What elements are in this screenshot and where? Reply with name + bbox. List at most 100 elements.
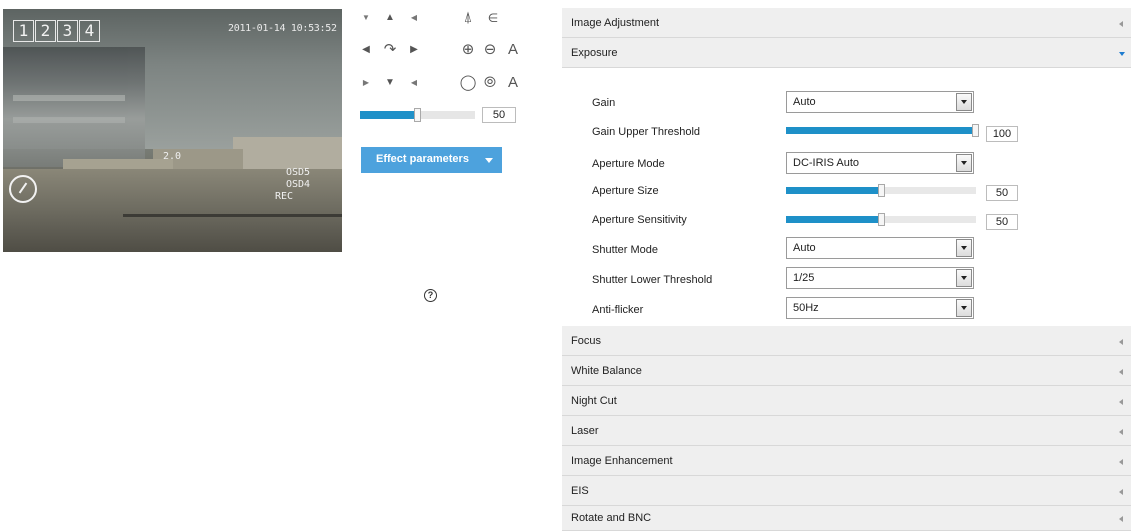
help-icon[interactable]: ? [424, 289, 437, 302]
channel-tab[interactable]: 3 [57, 20, 78, 42]
compass-icon [9, 175, 37, 203]
chevron-down-icon[interactable] [956, 93, 972, 111]
chevron-down-icon [485, 158, 493, 163]
section-image-adjustment[interactable]: Image Adjustment [562, 8, 1131, 38]
anti-flicker-label: Anti-flicker [592, 304, 644, 316]
section-title: EIS [571, 485, 589, 497]
chevron-left-icon [1119, 459, 1123, 465]
section-title: Image Adjustment [571, 17, 660, 29]
section-title: Laser [571, 425, 599, 437]
arrow-up-icon[interactable]: ▲ [380, 8, 400, 28]
gain-value: Auto [793, 96, 816, 108]
gain-label: Gain [592, 97, 616, 109]
picture-in-picture [3, 47, 145, 167]
zoom-readout: 2.0 [163, 151, 182, 162]
section-title: White Balance [571, 365, 642, 377]
settings-panel: Image Adjustment Exposure Gain Auto Gain… [562, 8, 1131, 531]
chevron-down-icon [1119, 52, 1125, 56]
section-rotate-bnc[interactable]: Rotate and BNC [562, 506, 1131, 531]
section-night-cut[interactable]: Night Cut [562, 386, 1131, 416]
pip-stripe [13, 95, 125, 101]
section-title: Focus [571, 335, 601, 347]
shutter-mode-label: Shutter Mode [592, 244, 659, 256]
slider-fill [360, 111, 417, 119]
chevron-left-icon [1119, 339, 1123, 345]
slider-thumb[interactable] [878, 213, 885, 226]
anti-flicker-select[interactable]: 50Hz [786, 297, 974, 319]
pip-stripe [13, 117, 125, 123]
section-laser[interactable]: Laser [562, 416, 1131, 446]
shutter-lower-threshold-select[interactable]: 1/25 [786, 267, 974, 289]
chevron-down-icon[interactable] [956, 269, 972, 287]
channel-tab[interactable]: 2 [35, 20, 56, 42]
shutter-mode-value: Auto [793, 242, 816, 254]
gain-select[interactable]: Auto [786, 91, 974, 113]
aperture-mode-label: Aperture Mode [592, 158, 665, 170]
slider-thumb[interactable] [878, 184, 885, 197]
chevron-left-icon [1119, 369, 1123, 375]
iris-open-icon[interactable]: ◯ [458, 73, 478, 93]
effect-parameters-button[interactable]: Effect parameters [361, 147, 502, 173]
ptz-speed-slider[interactable] [360, 108, 475, 122]
aperture-size-value[interactable]: 50 [986, 185, 1018, 201]
osd-line: OSD5 [286, 167, 311, 178]
aperture-mode-select[interactable]: DC-IRIS Auto [786, 152, 974, 174]
shutter-lower-threshold-label: Shutter Lower Threshold [592, 274, 713, 286]
aperture-size-slider[interactable] [786, 184, 976, 197]
slider-fill [786, 216, 881, 223]
chevron-left-icon [1119, 429, 1123, 435]
channel-tab[interactable]: 1 [13, 20, 34, 42]
slider-thumb[interactable] [972, 124, 979, 137]
section-eis[interactable]: EIS [562, 476, 1131, 506]
osd-line: REC [275, 191, 294, 202]
section-title: Image Enhancement [571, 455, 673, 467]
arrow-upleft-icon[interactable]: ▼ [356, 8, 376, 28]
aperture-mode-value: DC-IRIS Auto [793, 157, 860, 169]
section-title: Night Cut [571, 395, 617, 407]
iris-auto-icon[interactable]: A [503, 73, 523, 93]
section-white-balance[interactable]: White Balance [562, 356, 1131, 386]
section-image-enhancement[interactable]: Image Enhancement [562, 446, 1131, 476]
arrow-downleft-icon[interactable]: ▶ [356, 73, 376, 93]
wiper-icon[interactable]: ⍋ [458, 8, 478, 28]
focus-auto-icon[interactable]: A [503, 40, 523, 60]
exposure-settings: Gain Auto Gain Upper Threshold 100 Apert… [562, 68, 1131, 326]
arrow-down-icon[interactable]: ▼ [380, 73, 400, 93]
zoom-in-icon[interactable]: ⊕ [458, 40, 478, 60]
gain-upper-threshold-slider[interactable] [786, 124, 979, 137]
section-title: Exposure [571, 47, 618, 59]
slider-fill [786, 187, 881, 194]
video-preview[interactable]: 1 2 3 4 2011-01-14 10:53:52 2.0 OSD5 OSD… [3, 9, 342, 252]
arrow-right-icon[interactable]: ▶ [404, 40, 424, 60]
arrow-upright-icon[interactable]: ◀ [404, 8, 424, 28]
zoom-out-icon[interactable]: ⊖ [480, 40, 500, 60]
chevron-down-icon[interactable] [956, 239, 972, 257]
arrow-left-icon[interactable]: ◀ [356, 40, 376, 60]
gain-upper-threshold-value[interactable]: 100 [986, 126, 1018, 142]
aperture-size-label: Aperture Size [592, 185, 659, 197]
aperture-sensitivity-value[interactable]: 50 [986, 214, 1018, 230]
chevron-left-icon [1119, 516, 1123, 522]
shutter-mode-select[interactable]: Auto [786, 237, 974, 259]
section-focus[interactable]: Focus [562, 326, 1131, 356]
iris-close-icon[interactable]: ⦾ [480, 73, 500, 93]
aperture-sensitivity-label: Aperture Sensitivity [592, 214, 687, 226]
section-exposure[interactable]: Exposure [562, 38, 1131, 68]
slider-thumb[interactable] [414, 108, 421, 122]
chevron-down-icon[interactable] [956, 299, 972, 317]
light-icon[interactable]: ∈ [483, 8, 503, 28]
gain-upper-threshold-label: Gain Upper Threshold [592, 126, 701, 138]
ptz-speed-value[interactable]: 50 [482, 107, 516, 123]
anti-flicker-value: 50Hz [793, 302, 819, 314]
rotate-icon[interactable]: ↷ [380, 40, 400, 60]
video-timestamp: 2011-01-14 10:53:52 [228, 23, 337, 34]
arrow-downright-icon[interactable]: ◀ [404, 73, 424, 93]
chevron-down-icon[interactable] [956, 154, 972, 172]
channel-tab[interactable]: 4 [79, 20, 100, 42]
effect-parameters-label: Effect parameters [376, 153, 469, 165]
chevron-left-icon [1119, 21, 1123, 27]
chevron-left-icon [1119, 489, 1123, 495]
aperture-sensitivity-slider[interactable] [786, 213, 976, 226]
slider-fill [786, 127, 975, 134]
chevron-left-icon [1119, 399, 1123, 405]
